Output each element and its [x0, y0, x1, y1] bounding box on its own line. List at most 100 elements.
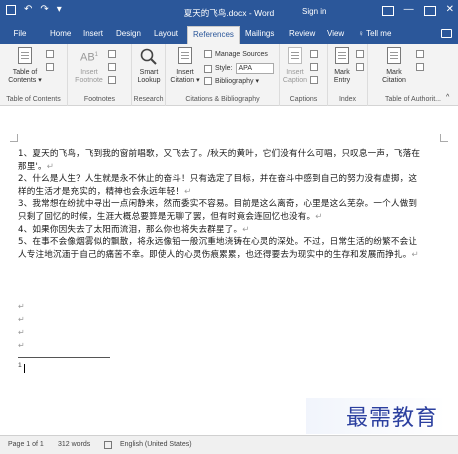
watermark-text: 最需教育 [345, 406, 438, 431]
empty-paragraph-mark: ↵ [18, 341, 25, 350]
empty-paragraph-mark: ↵ [18, 328, 25, 337]
update-authorities-icon [416, 63, 424, 71]
insert-index-icon [356, 50, 364, 58]
window-controls: — ✕ [381, 4, 454, 16]
undo-icon[interactable]: ↶ [24, 4, 32, 15]
ribbon-references: Table of Contents ▾ Table of Contents AB… [0, 44, 458, 106]
group-label-citations: Citations & Bibliography [185, 96, 260, 103]
footnote-number: 1 [18, 362, 22, 369]
redo-icon[interactable]: ↷ [40, 4, 48, 15]
insert-index-button[interactable] [356, 50, 364, 58]
update-table-icon [46, 63, 54, 71]
caption-icon [284, 47, 306, 67]
table-of-contents-button[interactable]: Table of Contents ▾ [6, 47, 44, 85]
tab-layout[interactable]: Layout [154, 29, 178, 38]
manage-sources-icon [204, 50, 212, 58]
update-index-icon [356, 63, 364, 71]
language-indicator[interactable]: English (United States) [120, 441, 192, 448]
empty-paragraph-mark: ↵ [18, 302, 25, 311]
paragraph: 5、在事不会像烟雾似的飘散，将永远像铅一般沉重地浇铸在心灵的深处。不过，日常生活… [18, 237, 419, 260]
word-count[interactable]: 312 words [58, 441, 90, 448]
quick-access-toolbar: ↶ ↷ ▾ [6, 4, 62, 15]
page-corner-mark-right [440, 134, 448, 142]
proofing-icon[interactable] [104, 441, 112, 450]
paragraph: 4、如果你因失去了太阳而流泪，那么你也将失去群星了。↵ [18, 224, 250, 235]
close-button[interactable]: ✕ [446, 4, 454, 16]
group-label-toc: Table of Contents [6, 96, 61, 103]
style-icon [204, 64, 212, 73]
next-footnote-icon [108, 63, 116, 71]
ribbon-display-icon[interactable] [381, 6, 394, 16]
show-notes-button[interactable] [108, 76, 116, 84]
customize-toolbar-icon[interactable]: ▾ [57, 4, 62, 15]
add-text-button[interactable] [46, 50, 54, 58]
tab-insert[interactable]: Insert [83, 29, 103, 38]
update-figures-icon [310, 63, 318, 71]
mark-entry-icon [331, 47, 353, 67]
endnote-icon [108, 50, 116, 58]
insert-footnote-button[interactable]: AB1 Insert Footnote [72, 47, 106, 85]
lightbulb-icon: ♀ [358, 29, 364, 38]
tab-view[interactable]: View [327, 29, 344, 38]
group-footnotes: AB1 Insert Footnote Footnotes [68, 44, 132, 106]
table-of-authorities-icon [416, 50, 424, 58]
update-figures-button[interactable] [310, 63, 318, 71]
update-index-button[interactable] [356, 63, 364, 71]
tab-file[interactable]: File [0, 24, 40, 44]
insert-citation-button[interactable]: Insert Citation ▾ [168, 47, 202, 85]
group-label-footnotes: Footnotes [83, 96, 116, 103]
update-table-button[interactable] [46, 63, 54, 71]
bibliography-button[interactable]: Bibliography ▾ [204, 77, 259, 85]
share-icon[interactable] [441, 29, 452, 38]
document-page[interactable]: 1、夏天的飞鸟，飞到我的窗前唱歌，又飞去了。/秋天的黄叶，它们没有什么可唱，只叹… [0, 106, 458, 435]
group-label-index: Index [338, 96, 357, 103]
insert-caption-button[interactable]: Insert Caption [282, 47, 308, 85]
group-research: Smart Lookup Research [132, 44, 166, 106]
sign-in-link[interactable]: Sign in [302, 7, 326, 16]
style-selector: Style: APA [204, 63, 274, 74]
group-table-of-authorities: Mark Citation ^ Table of Authorit... [368, 44, 458, 106]
empty-paragraph-mark: ↵ [18, 315, 25, 324]
smart-lookup-button[interactable]: Smart Lookup [134, 47, 164, 85]
mark-citation-button[interactable]: Mark Citation [376, 47, 412, 85]
title-bar: ↶ ↷ ▾ 夏天的飞鸟.docx - Word Sign in — ✕ [0, 0, 458, 24]
page-corner-mark-left [10, 134, 18, 142]
tell-me-label: Tell me [366, 29, 392, 38]
mark-entry-button[interactable]: Mark Entry [330, 47, 354, 85]
group-citations: Insert Citation ▾ Manage Sources Style: … [166, 44, 280, 106]
insert-table-of-authorities-button[interactable] [416, 50, 424, 58]
next-footnote-button[interactable] [108, 63, 116, 71]
footnote[interactable]: 1 [18, 362, 25, 374]
page-count[interactable]: Page 1 of 1 [8, 441, 44, 448]
tell-me-box[interactable]: ♀ Tell me [358, 29, 391, 38]
restore-button[interactable] [423, 6, 436, 16]
bibliography-icon [204, 77, 212, 85]
cross-reference-icon [310, 76, 318, 84]
group-label-research: Research [133, 96, 164, 103]
ribbon-tabs: File Home Insert Design Layout Reference… [0, 24, 458, 44]
tab-mailings[interactable]: Mailings [245, 29, 274, 38]
save-icon[interactable] [6, 5, 16, 15]
text-cursor [23, 364, 25, 374]
paragraph: 1、夏天的飞鸟，飞到我的窗前唱歌，又飞去了。/秋天的黄叶，它们没有什么可唱，只叹… [18, 149, 421, 172]
show-notes-icon [108, 76, 116, 84]
tab-home[interactable]: Home [50, 29, 71, 38]
paragraph: 3、我常想在纷扰中寻出一点闲静来，然而委实不容易。目前是这么离奇，心里是这么芜杂… [18, 199, 418, 222]
update-authorities-button[interactable] [416, 63, 424, 71]
minimize-button[interactable]: — [404, 4, 414, 16]
tab-review[interactable]: Review [289, 29, 315, 38]
manage-sources-button[interactable]: Manage Sources [204, 50, 268, 58]
document-body[interactable]: 1、夏天的飞鸟，飞到我的窗前唱歌，又飞去了。/秋天的黄叶，它们没有什么可唱，只叹… [18, 148, 422, 261]
insert-endnote-button[interactable] [108, 50, 116, 58]
insert-table-of-figures-button[interactable] [310, 50, 318, 58]
footnote-separator [18, 357, 110, 358]
table-of-figures-icon [310, 50, 318, 58]
status-bar: Page 1 of 1 312 words English (United St… [0, 435, 458, 454]
footnote-icon: AB1 [79, 51, 99, 64]
group-label-captions: Captions [289, 96, 318, 103]
cross-reference-button[interactable] [310, 76, 318, 84]
tab-design[interactable]: Design [116, 29, 141, 38]
tab-references[interactable]: References [187, 26, 240, 44]
style-dropdown[interactable]: APA [235, 63, 274, 74]
paragraph: 2、什么是人生？人生就是永不休止的奋斗！只有选定了目标，并在奋斗中感到自己的努力… [18, 174, 418, 197]
